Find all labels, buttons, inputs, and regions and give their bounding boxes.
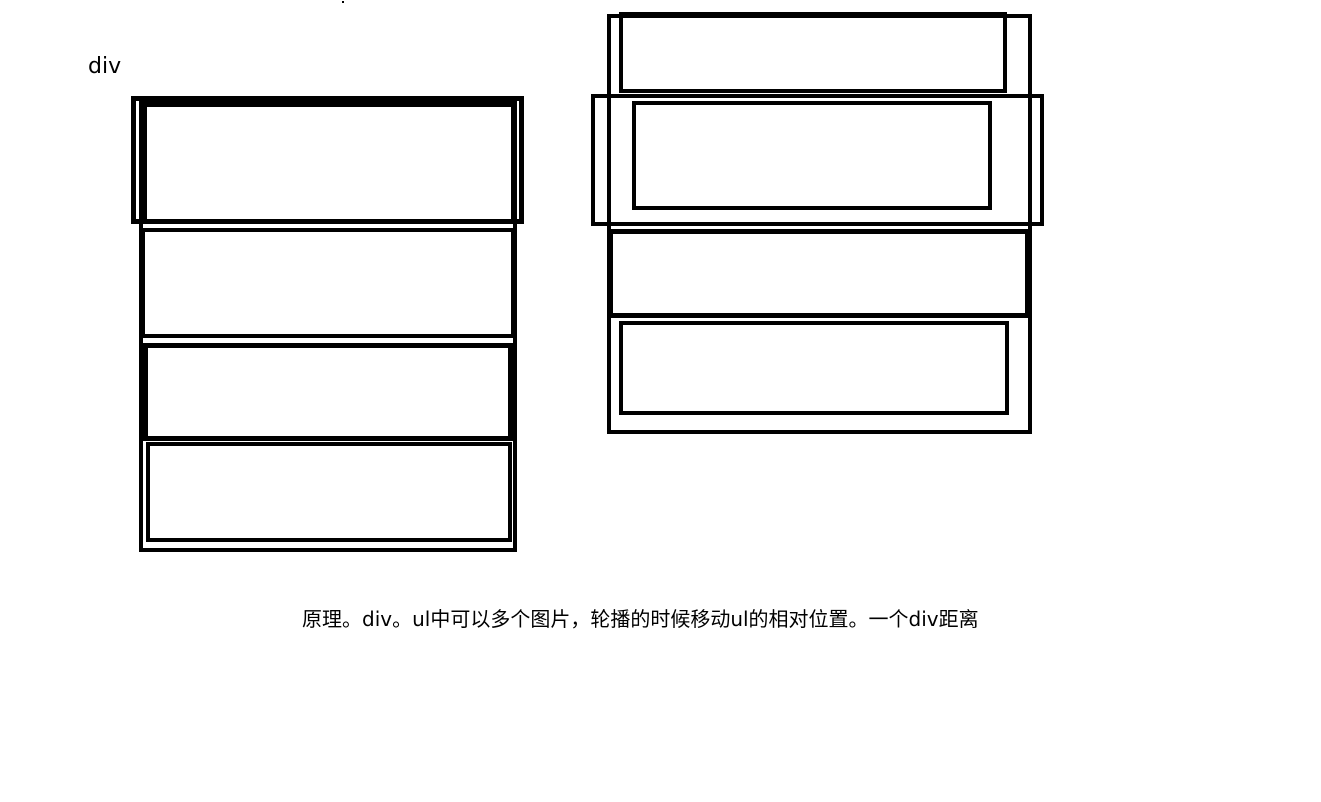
left-item-2-box [141, 228, 515, 338]
left-item-1-box [143, 103, 515, 223]
right-item-2-box [632, 101, 992, 210]
right-item-1-box [619, 12, 1007, 93]
stray-dot [342, 1, 344, 3]
div-label: div [88, 54, 122, 79]
principle-caption: 原理。div。ul中可以多个图片，轮播的时候移动ul的相对位置。一个div距离 [302, 607, 979, 631]
left-item-3-box [143, 343, 513, 441]
right-item-4-box [619, 321, 1009, 415]
left-item-4-box [146, 442, 512, 542]
right-item-3-box [608, 229, 1030, 318]
